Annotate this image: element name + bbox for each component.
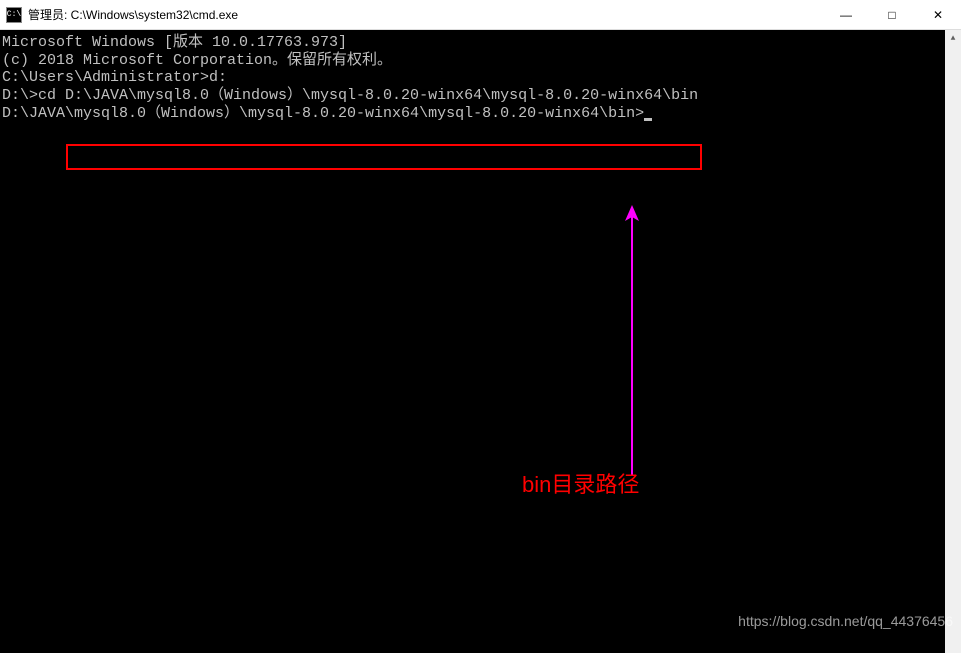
minimize-button[interactable]: —: [823, 0, 869, 29]
maximize-button[interactable]: □: [869, 0, 915, 29]
vertical-scrollbar[interactable]: ▲: [945, 30, 961, 637]
window-controls: — □ ✕: [823, 0, 961, 29]
watermark-text: https://blog.csdn.net/qq_44376456: [738, 613, 953, 629]
terminal-line: D:\>cd D:\JAVA\mysql8.0（Windows）\mysql-8…: [2, 87, 959, 105]
window-titlebar: C:\ 管理员: C:\Windows\system32\cmd.exe — □…: [0, 0, 961, 30]
close-button[interactable]: ✕: [915, 0, 961, 29]
window-title: 管理员: C:\Windows\system32\cmd.exe: [28, 6, 823, 23]
terminal-prompt-line: D:\JAVA\mysql8.0（Windows）\mysql-8.0.20-w…: [2, 105, 959, 123]
cmd-icon: C:\: [6, 7, 22, 23]
terminal-output[interactable]: Microsoft Windows [版本 10.0.17763.973] (c…: [0, 30, 961, 637]
terminal-line: C:\Users\Administrator>d:: [2, 69, 959, 87]
terminal-line: Microsoft Windows [版本 10.0.17763.973]: [2, 34, 959, 52]
terminal-prompt: D:\JAVA\mysql8.0（Windows）\mysql-8.0.20-w…: [2, 105, 644, 122]
terminal-cursor: [644, 118, 652, 121]
annotation-label: bin目录路径: [522, 472, 639, 498]
scrollbar-thumb[interactable]: [945, 46, 961, 653]
annotation-arrow: [622, 205, 642, 491]
cmd-icon-inner: C:\: [7, 10, 21, 19]
terminal-line: (c) 2018 Microsoft Corporation。保留所有权利。: [2, 52, 959, 70]
highlight-rectangle: [66, 144, 702, 170]
scroll-up-arrow-icon[interactable]: ▲: [945, 30, 961, 46]
